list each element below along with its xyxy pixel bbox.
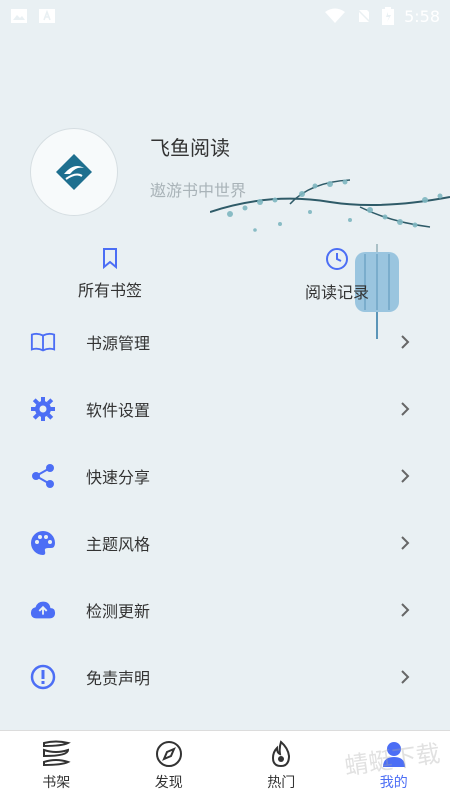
chevron-right-icon (401, 602, 410, 617)
status-time: 5:58 (404, 6, 440, 26)
all-bookmarks-label: 所有书签 (78, 281, 143, 300)
reading-history-label: 阅读记录 (305, 283, 370, 302)
text-icon (39, 9, 55, 23)
chevron-right-icon (401, 401, 410, 416)
no-sim-icon (357, 9, 371, 23)
menu-item-theme-style[interactable]: 主题风格 (0, 509, 450, 576)
gear-icon (30, 396, 56, 422)
bookmark-icon (103, 248, 117, 269)
menu-label: 检测更新 (86, 601, 151, 621)
nav-discover[interactable]: 发现 (113, 740, 225, 792)
menu-label: 软件设置 (86, 400, 151, 420)
nav-hot[interactable]: 热门 (225, 739, 337, 792)
app-logo-icon (56, 154, 92, 190)
battery-icon (382, 7, 395, 25)
palette-icon (30, 530, 56, 556)
compass-icon (155, 740, 182, 767)
status-left (10, 8, 56, 24)
menu-item-check-update[interactable]: 检测更新 (0, 576, 450, 643)
menu-label: 免责声明 (86, 668, 151, 688)
wifi-icon (325, 8, 346, 23)
fire-icon (272, 739, 291, 767)
bookshelf-icon (43, 740, 72, 766)
app-name: 飞鱼阅读 (150, 136, 230, 160)
status-right: 5:58 (324, 7, 440, 26)
menu-item-source-management[interactable]: 书源管理 (0, 308, 450, 375)
profile-header: 飞鱼阅读 遨游书中世界 所有书签 阅读记录 (0, 32, 450, 339)
avatar[interactable] (30, 128, 118, 216)
book-open-icon (30, 329, 56, 355)
share-icon (30, 463, 56, 489)
reading-history-button[interactable]: 阅读记录 (305, 247, 369, 303)
menu-label: 书源管理 (86, 333, 151, 353)
status-bar: 5:58 (0, 0, 450, 32)
image-icon (11, 9, 27, 23)
chevron-right-icon (401, 334, 410, 349)
clock-icon (326, 248, 348, 270)
info-icon (30, 664, 56, 690)
menu-label: 快速分享 (86, 467, 151, 487)
nav-label: 发现 (154, 774, 183, 791)
chevron-right-icon (401, 669, 410, 684)
menu-item-software-settings[interactable]: 软件设置 (0, 375, 450, 442)
chevron-right-icon (401, 535, 410, 550)
nav-bookshelf[interactable]: 书架 (0, 740, 112, 792)
menu-label: 主题风格 (86, 534, 151, 554)
menu-item-disclaimer[interactable]: 免责声明 (0, 643, 450, 710)
chevron-right-icon (401, 468, 410, 483)
nav-label: 热门 (267, 774, 296, 791)
all-bookmarks-button[interactable]: 所有书签 (78, 247, 142, 301)
menu-item-quick-share[interactable]: 快速分享 (0, 442, 450, 509)
nav-label: 书架 (42, 774, 71, 791)
settings-menu: 书源管理 软件设置 快速分享 主题风格 检测更新 免责声明 (0, 308, 450, 710)
cloud-upload-icon (30, 597, 56, 623)
